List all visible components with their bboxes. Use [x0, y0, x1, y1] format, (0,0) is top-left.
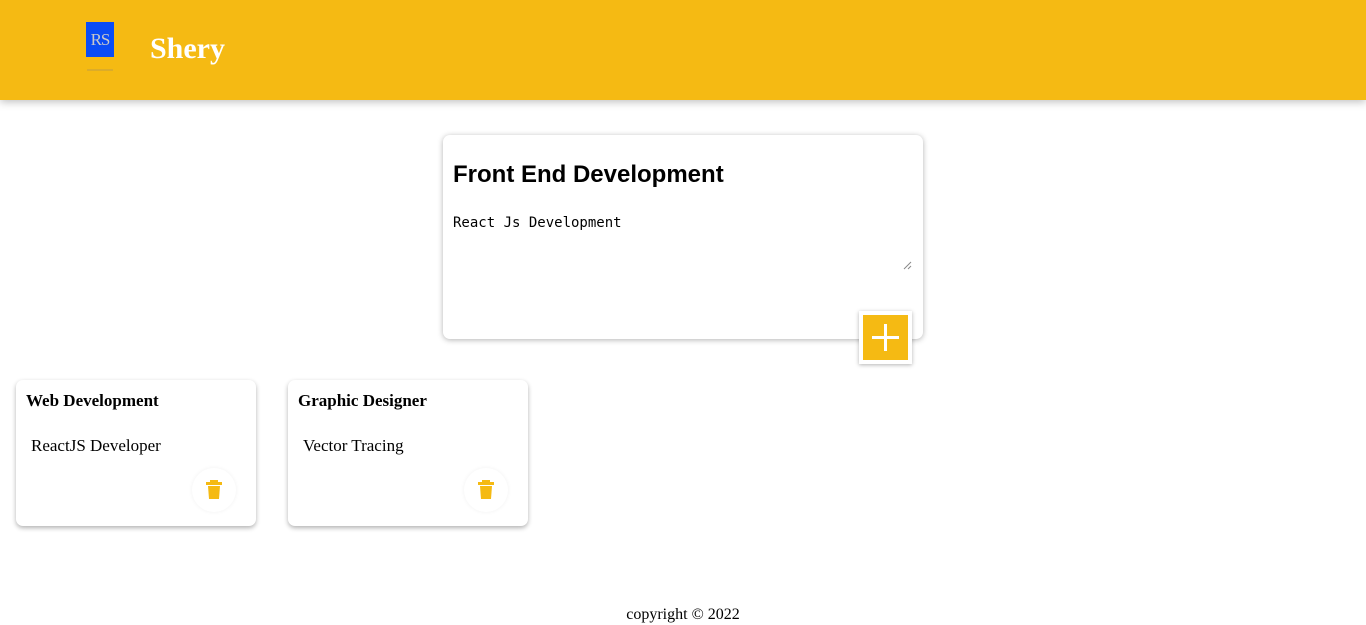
app-header: RS Shery: [0, 0, 1366, 100]
logo: RS: [86, 22, 114, 74]
note-title-input[interactable]: Front End Development: [453, 161, 724, 189]
trash-icon: [478, 480, 494, 499]
plus-icon: [872, 324, 899, 351]
note-card: Web Development ReactJS Developer: [16, 380, 256, 526]
note-card: Graphic Designer Vector Tracing: [288, 380, 528, 526]
note-content-input[interactable]: [453, 215, 913, 270]
note-content: Vector Tracing: [303, 436, 404, 455]
delete-note-button[interactable]: [192, 468, 236, 512]
brand-title: Shery: [150, 32, 225, 65]
footer: copyright © 2022: [0, 606, 1366, 624]
copyright-text: copyright © 2022: [626, 606, 740, 623]
add-note-button[interactable]: [859, 311, 912, 364]
trash-icon: [206, 480, 222, 499]
note-content: ReactJS Developer: [31, 436, 161, 455]
note-title: Web Development: [26, 391, 159, 410]
note-title: Graphic Designer: [298, 391, 427, 410]
logo-mark: RS: [86, 22, 114, 57]
logo-underline: [87, 69, 113, 71]
resize-handle-icon[interactable]: [902, 260, 912, 270]
delete-note-button[interactable]: [464, 468, 508, 512]
create-note-form: Front End Development: [443, 135, 923, 339]
